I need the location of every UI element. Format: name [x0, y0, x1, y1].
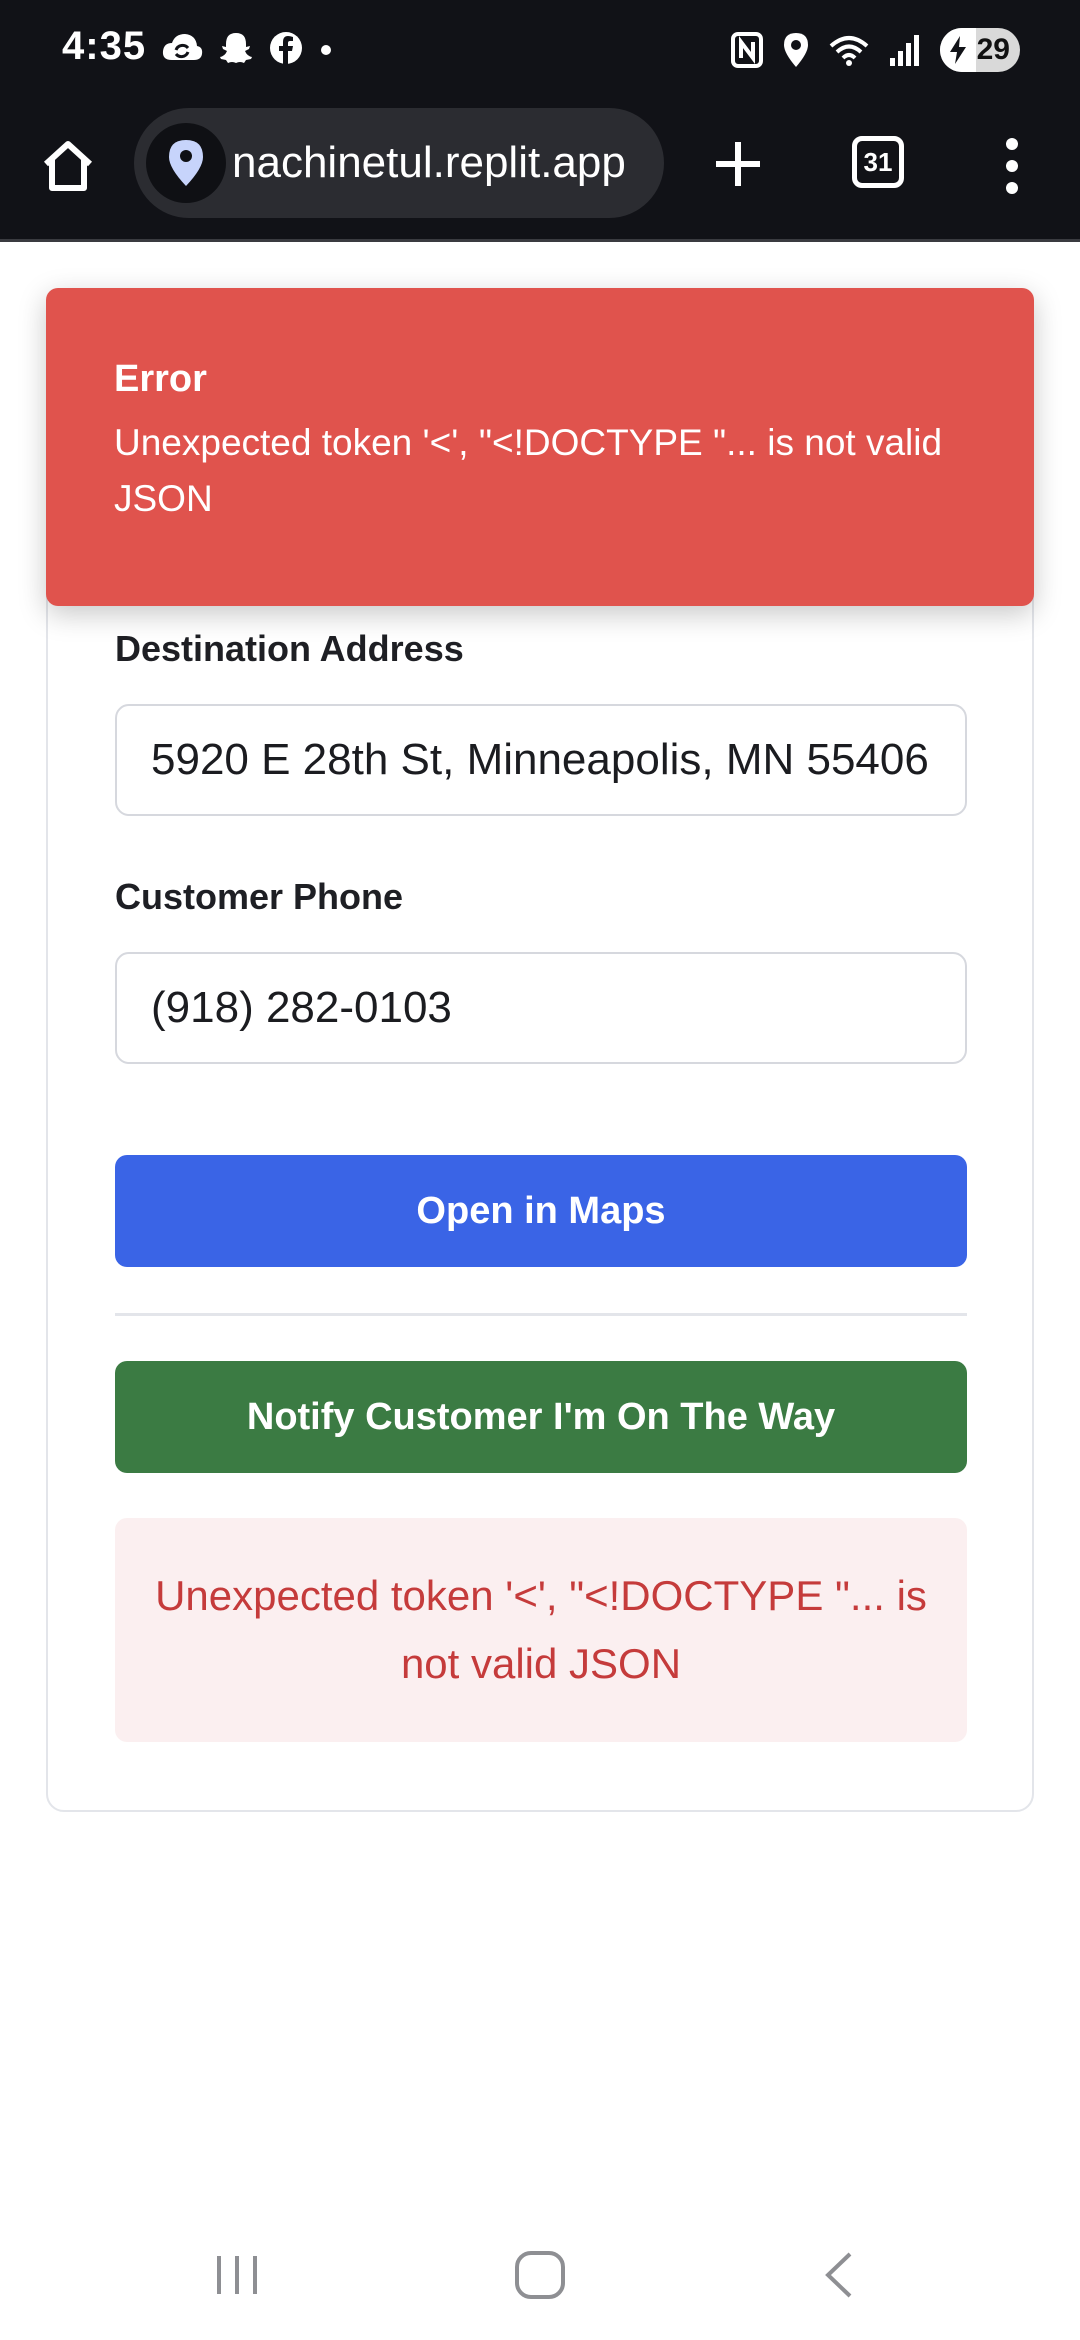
toast-message: Unexpected token '<', "<!DOCTYPE "... is…: [114, 422, 943, 519]
tab-switcher-button[interactable]: 31: [852, 136, 904, 188]
status-time: 4:35: [62, 24, 147, 68]
open-in-maps-button[interactable]: Open in Maps: [115, 1155, 967, 1267]
charging-bolt-icon: [940, 28, 976, 72]
customer-phone-field[interactable]: (918) 282-0103: [115, 952, 967, 1064]
status-right-icons: 29: [730, 28, 1020, 72]
recent-apps-icon[interactable]: [212, 2248, 262, 2302]
location-pin-icon: [169, 140, 203, 186]
notify-customer-button[interactable]: Notify Customer I'm On The Way: [115, 1361, 967, 1473]
dot-icon: [321, 45, 331, 55]
location-icon: [784, 33, 808, 67]
signal-icon: [890, 35, 919, 66]
destination-address-label: Destination Address: [115, 628, 464, 669]
error-toast[interactable]: Error Unexpected token '<', "<!DOCTYPE "…: [46, 288, 1034, 606]
browser-toolbar: nachinetul.replit.app 31: [0, 100, 1080, 242]
divider: [115, 1313, 967, 1316]
facebook-icon: [270, 32, 302, 64]
status-bar: 4:35 29: [0, 0, 1080, 100]
cloud-sync-icon: [162, 34, 203, 60]
new-tab-icon[interactable]: [712, 138, 764, 190]
back-icon[interactable]: [818, 2248, 858, 2302]
destination-address-field[interactable]: 5920 E 28th St, Minneapolis, MN 55406: [115, 704, 967, 816]
status-left-icons: [160, 30, 334, 66]
url-text[interactable]: nachinetul.replit.app: [232, 138, 626, 188]
battery-level: 29: [976, 33, 1010, 66]
inline-error-message: Unexpected token '<', "<!DOCTYPE "... is…: [115, 1518, 967, 1742]
wifi-icon: [829, 36, 869, 66]
snapchat-icon: [220, 33, 252, 63]
home-icon[interactable]: [38, 136, 98, 196]
more-menu-icon[interactable]: [1000, 136, 1024, 196]
toast-title: Error: [114, 358, 207, 400]
address-bar[interactable]: nachinetul.replit.app: [134, 108, 664, 218]
site-info-button[interactable]: [146, 123, 226, 203]
inline-error-text: Unexpected token '<', "<!DOCTYPE "... is…: [155, 1572, 927, 1687]
system-navigation-bar: [0, 2220, 1080, 2340]
screen: 4:35 29 nachinetul.replit.app 31 Destina…: [0, 0, 1080, 2340]
nfc-icon: [731, 32, 763, 68]
customer-phone-label: Customer Phone: [115, 876, 404, 917]
home-nav-icon[interactable]: [512, 2248, 568, 2302]
battery-indicator: 29: [940, 28, 1020, 72]
